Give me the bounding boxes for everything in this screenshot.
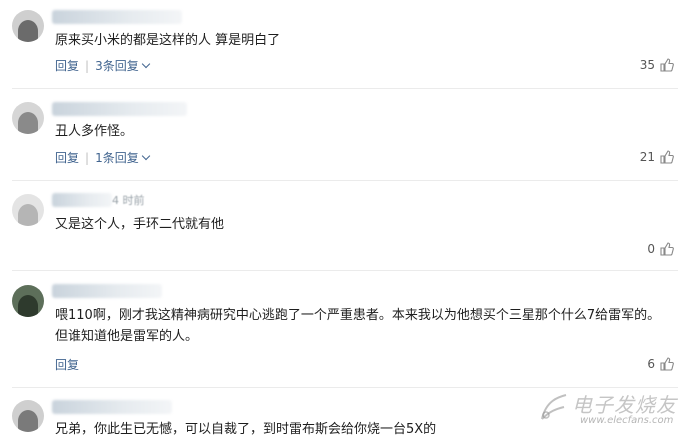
- username-fragment: 4 时前: [112, 194, 145, 207]
- avatar[interactable]: [12, 400, 44, 432]
- reply-link[interactable]: 回复: [55, 151, 79, 165]
- username-blurred[interactable]: [52, 102, 187, 116]
- username-blurred[interactable]: [52, 400, 172, 414]
- comment-text: 喂110啊，刚才我这精神病研究中心逃跑了一个严重患者。本来我以为他想买个三星那个…: [55, 308, 661, 344]
- like-count: 21: [639, 150, 655, 164]
- like-count: 6: [647, 357, 655, 371]
- replies-toggle[interactable]: 1条回复: [95, 151, 150, 165]
- like-button[interactable]: 6: [647, 357, 674, 371]
- comment-actions: 回复 | 1条回复: [55, 149, 150, 166]
- watermark-logo-icon: [541, 394, 567, 420]
- watermark: 电子发烧友 www.elecfans.com: [536, 385, 684, 441]
- watermark-en: www.elecfans.com: [580, 415, 674, 426]
- comment-text: 原来买小米的都是这样的人 算是明白了: [55, 33, 281, 48]
- avatar[interactable]: [12, 194, 44, 226]
- comment-text: 丑人多作怪。: [55, 124, 134, 139]
- thumbs-up-icon: [660, 242, 674, 256]
- divider: [12, 270, 678, 271]
- avatar[interactable]: [12, 102, 44, 134]
- comment-text: 又是这个人，手环二代就有他: [55, 217, 225, 232]
- reply-link[interactable]: 回复: [55, 59, 79, 73]
- username-blurred[interactable]: [52, 193, 112, 207]
- avatar[interactable]: [12, 285, 44, 317]
- username-blurred[interactable]: [52, 284, 162, 298]
- like-button[interactable]: 35: [640, 58, 674, 72]
- chevron-down-icon: [141, 59, 150, 69]
- thumbs-up-icon: [660, 58, 674, 72]
- like-count: 0: [647, 242, 655, 256]
- replies-count-label: 1条回复: [95, 151, 139, 165]
- like-button[interactable]: 0: [647, 242, 674, 256]
- avatar[interactable]: [12, 10, 44, 42]
- thumbs-up-icon: [660, 150, 674, 164]
- replies-toggle[interactable]: 3条回复: [95, 59, 150, 73]
- divider: [12, 180, 678, 181]
- watermark-cn: 电子发烧友: [572, 393, 677, 417]
- divider-pipe: |: [85, 59, 90, 73]
- chevron-down-icon: [141, 151, 150, 161]
- thumbs-up-icon: [660, 357, 674, 371]
- divider: [12, 88, 678, 89]
- reply-link[interactable]: 回复: [55, 358, 79, 372]
- like-count: 35: [639, 58, 655, 72]
- comment-actions: 回复: [55, 356, 79, 373]
- divider-pipe: |: [85, 151, 90, 165]
- username-blurred[interactable]: [52, 10, 182, 24]
- replies-count-label: 3条回复: [95, 59, 139, 73]
- like-button[interactable]: 21: [640, 150, 674, 164]
- comment-actions: 回复 | 3条回复: [55, 57, 150, 74]
